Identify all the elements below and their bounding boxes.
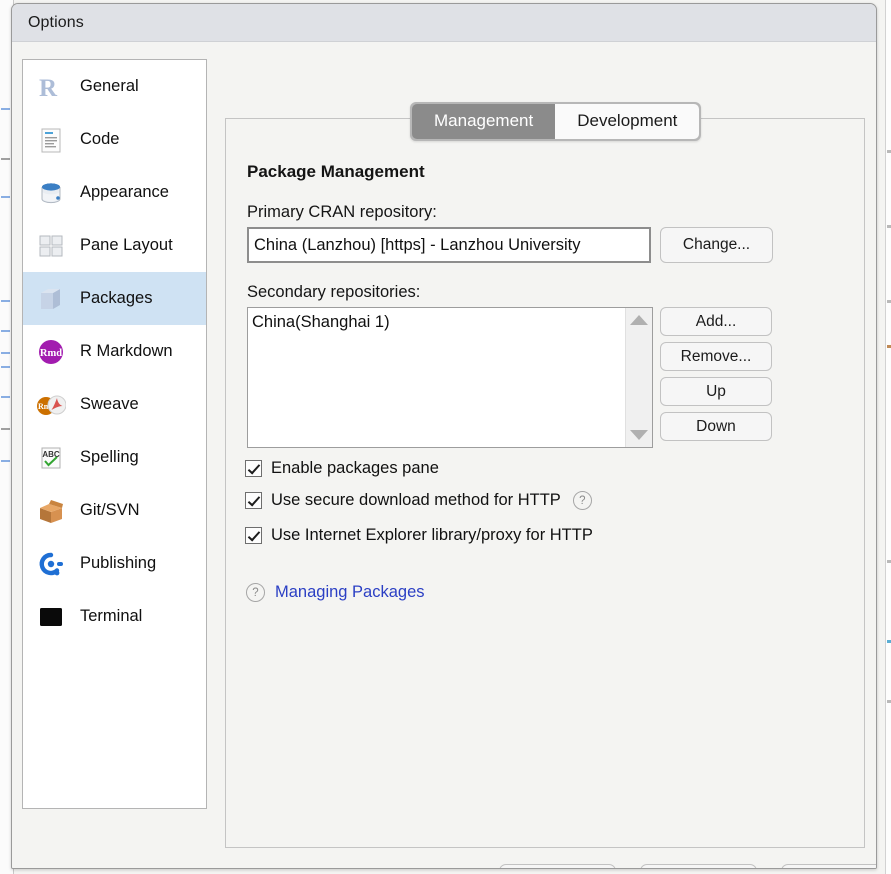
managing-packages-help-link[interactable]: ? Managing Packages xyxy=(246,583,425,602)
svg-text:R: R xyxy=(39,75,58,102)
rnw-pdf-icon: Rnw xyxy=(36,390,66,420)
secondary-repos-label: Secondary repositories: xyxy=(247,283,420,302)
rmd-circle-icon: Rmd xyxy=(36,337,66,367)
help-question-icon[interactable]: ? xyxy=(573,491,592,510)
move-up-button[interactable]: Up xyxy=(660,377,772,406)
sidebar-item-label: General xyxy=(80,77,139,96)
secondary-repos-listbox[interactable]: China(Shanghai 1) xyxy=(247,307,653,448)
svg-text:Rmd: Rmd xyxy=(40,348,62,359)
sidebar-item-code[interactable]: Code xyxy=(23,113,206,166)
sidebar-item-r-markdown[interactable]: Rmd R Markdown xyxy=(23,325,206,378)
sidebar-item-label: Code xyxy=(80,130,119,149)
sidebar-item-publishing[interactable]: Publishing xyxy=(23,537,206,590)
move-down-button[interactable]: Down xyxy=(660,412,772,441)
sidebar-item-terminal[interactable]: Terminal xyxy=(23,590,206,643)
help-link-label: Managing Packages xyxy=(275,583,425,602)
grid-panes-icon xyxy=(36,231,66,261)
remove-repo-button[interactable]: Remove... xyxy=(660,342,772,371)
apply-button[interactable]: Apply xyxy=(781,864,877,869)
sidebar-item-label: Pane Layout xyxy=(80,236,173,255)
sidebar-item-general[interactable]: R General xyxy=(23,60,206,113)
sidebar-item-label: R Markdown xyxy=(80,342,173,361)
primary-repo-label: Primary CRAN repository: xyxy=(247,203,437,222)
tab-development[interactable]: Development xyxy=(555,104,699,139)
change-repo-button[interactable]: Change... xyxy=(660,227,773,263)
secondary-repos-list[interactable]: China(Shanghai 1) xyxy=(248,308,625,447)
dialog-titlebar: Options xyxy=(12,4,876,42)
background-window-right-edge xyxy=(885,0,891,874)
sidebar-item-label: Packages xyxy=(80,289,152,308)
dialog-footer-buttons: OK Cancel Apply xyxy=(499,864,877,869)
page-title: Package Management xyxy=(247,162,425,182)
dialog-title: Options xyxy=(28,14,84,32)
sidebar-item-label: Publishing xyxy=(80,554,156,573)
sidebar-item-pane-layout[interactable]: Pane Layout xyxy=(23,219,206,272)
document-icon xyxy=(36,125,66,155)
open-box-icon xyxy=(36,496,66,526)
sidebar-item-label: Git/SVN xyxy=(80,501,140,520)
sidebar-item-sweave[interactable]: Rnw Sweave xyxy=(23,378,206,431)
question-mark-icon: ? xyxy=(246,583,265,602)
primary-repo-input[interactable]: China (Lanzhou) [https] - Lanzhou Univer… xyxy=(247,227,651,263)
abc-check-icon: ABC xyxy=(36,443,66,473)
scroll-down-arrow-icon[interactable] xyxy=(630,430,648,440)
options-category-sidebar[interactable]: R General Code xyxy=(22,59,207,809)
sidebar-item-label: Terminal xyxy=(80,607,142,626)
sidebar-item-label: Spelling xyxy=(80,448,139,467)
checkbox-row-secure-download[interactable]: Use secure download method for HTTP ? xyxy=(245,491,592,510)
checkbox-row-ie-library-proxy[interactable]: Use Internet Explorer library/proxy for … xyxy=(245,526,593,545)
tab-strip: Management Development xyxy=(410,102,701,141)
box-package-icon xyxy=(36,284,66,314)
paint-bucket-icon xyxy=(36,178,66,208)
checkbox-ie-library-proxy[interactable] xyxy=(245,527,262,544)
cancel-button[interactable]: Cancel xyxy=(640,864,757,869)
sidebar-item-spelling[interactable]: ABC Spelling xyxy=(23,431,206,484)
dialog-body: R General Code xyxy=(12,42,876,869)
ok-button[interactable]: OK xyxy=(499,864,616,869)
checkbox-enable-packages-pane[interactable] xyxy=(245,460,262,477)
publish-icon xyxy=(36,549,66,579)
checkbox-row-enable-packages-pane[interactable]: Enable packages pane xyxy=(245,459,439,478)
checkbox-secure-download[interactable] xyxy=(245,492,262,509)
checkbox-label: Use secure download method for HTTP xyxy=(271,491,561,510)
sidebar-item-git-svn[interactable]: Git/SVN xyxy=(23,484,206,537)
checkbox-label: Use Internet Explorer library/proxy for … xyxy=(271,526,593,545)
sidebar-item-label: Appearance xyxy=(80,183,169,202)
terminal-icon xyxy=(36,602,66,632)
tab-management[interactable]: Management xyxy=(412,104,555,139)
r-logo-icon: R xyxy=(36,72,66,102)
checkbox-label: Enable packages pane xyxy=(271,459,439,478)
list-item[interactable]: China(Shanghai 1) xyxy=(251,311,625,333)
sidebar-item-label: Sweave xyxy=(80,395,139,414)
sidebar-item-packages[interactable]: Packages xyxy=(23,272,206,325)
scroll-up-arrow-icon[interactable] xyxy=(630,315,648,325)
add-repo-button[interactable]: Add... xyxy=(660,307,772,336)
secondary-repos-buttons: Add... Remove... Up Down xyxy=(660,307,772,441)
options-dialog: Options R General xyxy=(11,3,877,869)
listbox-scrollbar[interactable] xyxy=(625,308,652,447)
sidebar-item-appearance[interactable]: Appearance xyxy=(23,166,206,219)
